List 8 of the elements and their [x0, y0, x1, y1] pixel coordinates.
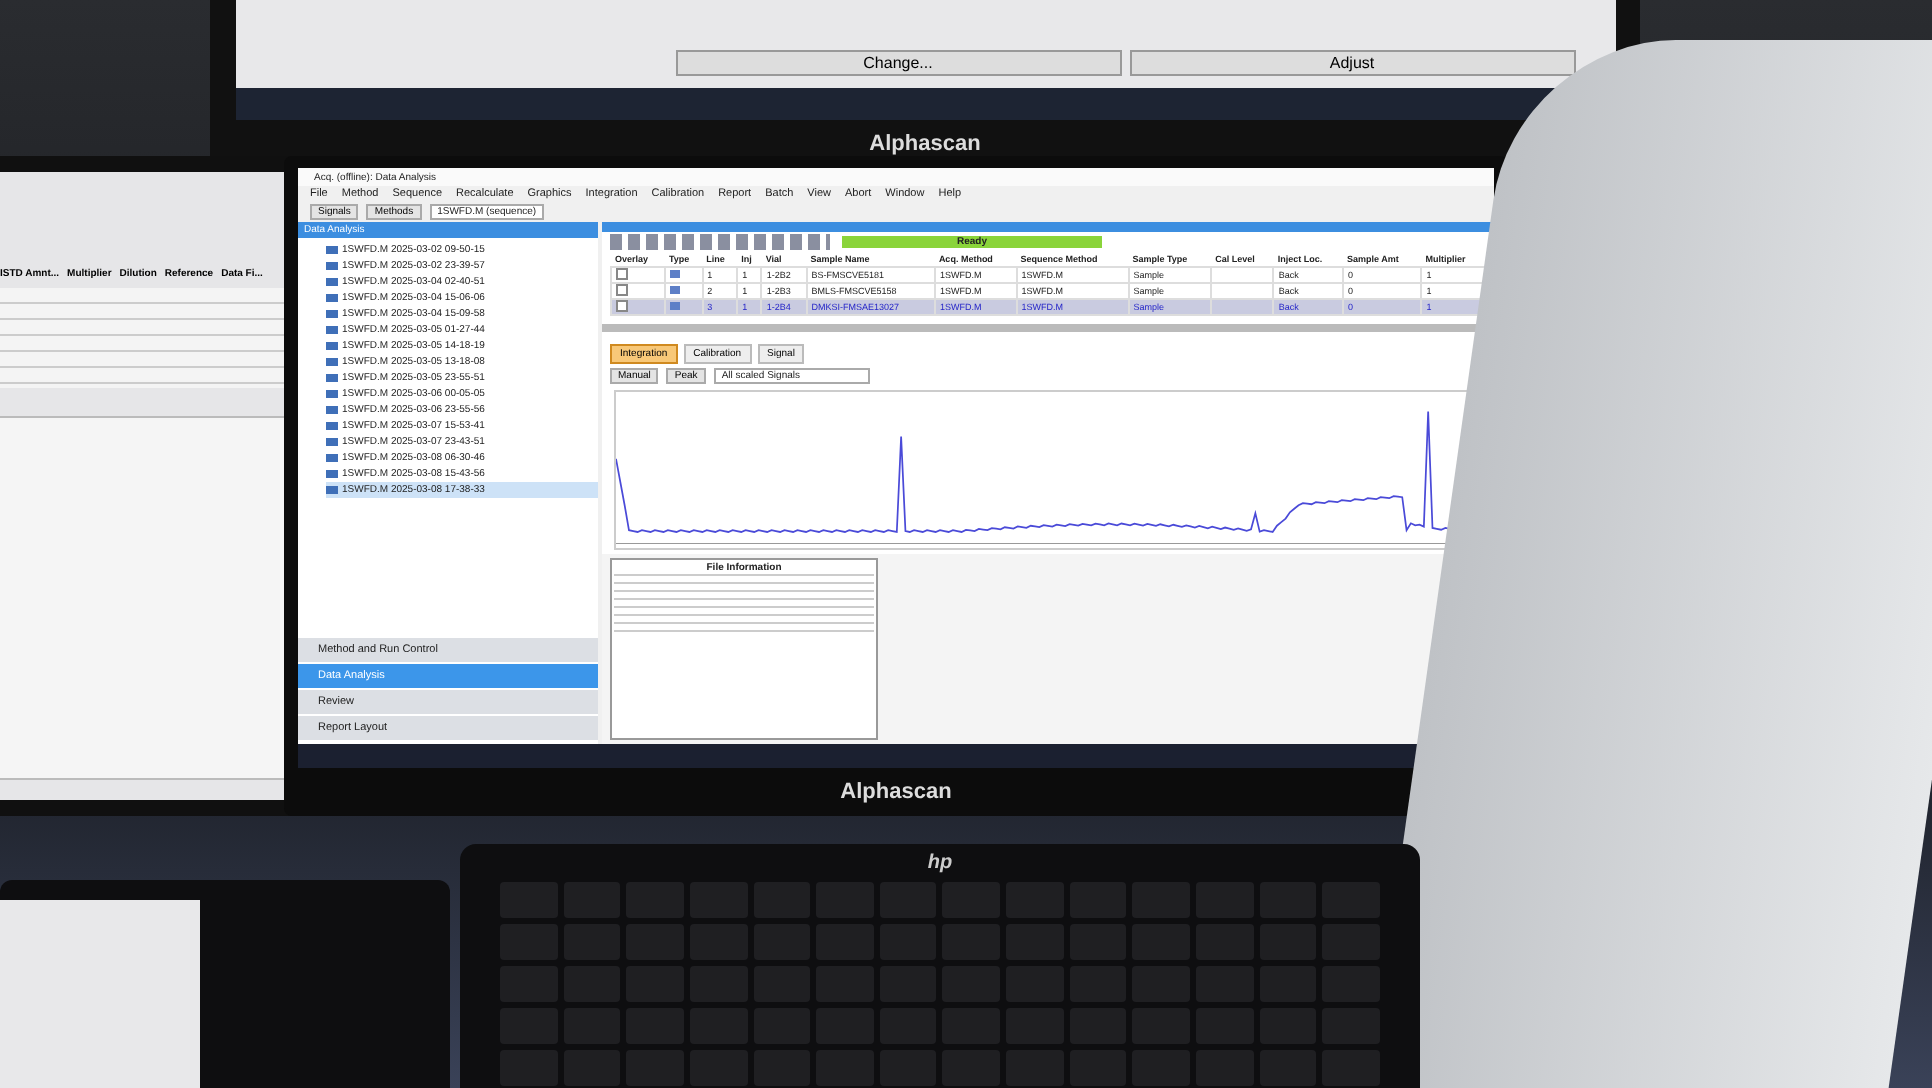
- checkbox[interactable]: [616, 268, 628, 280]
- checkbox[interactable]: [616, 284, 628, 296]
- monitor-brand-logo: Alphascan: [840, 780, 952, 804]
- monitor-brand-logo: Alphascan: [869, 132, 981, 156]
- keyboard-brand-logo: hp: [927, 852, 953, 874]
- dialog-button[interactable]: Change...: [675, 50, 1121, 76]
- checkbox[interactable]: [616, 300, 628, 312]
- dialog-button[interactable]: Adjust: [1129, 50, 1575, 76]
